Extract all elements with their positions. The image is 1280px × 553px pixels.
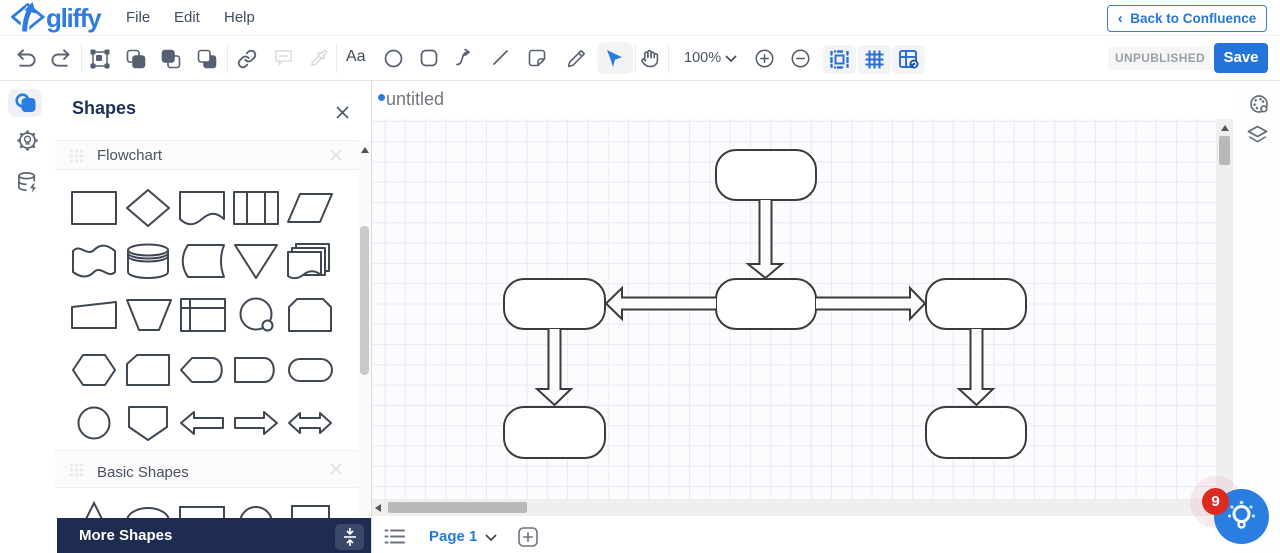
svg-text:gliffy: gliffy <box>46 3 102 33</box>
